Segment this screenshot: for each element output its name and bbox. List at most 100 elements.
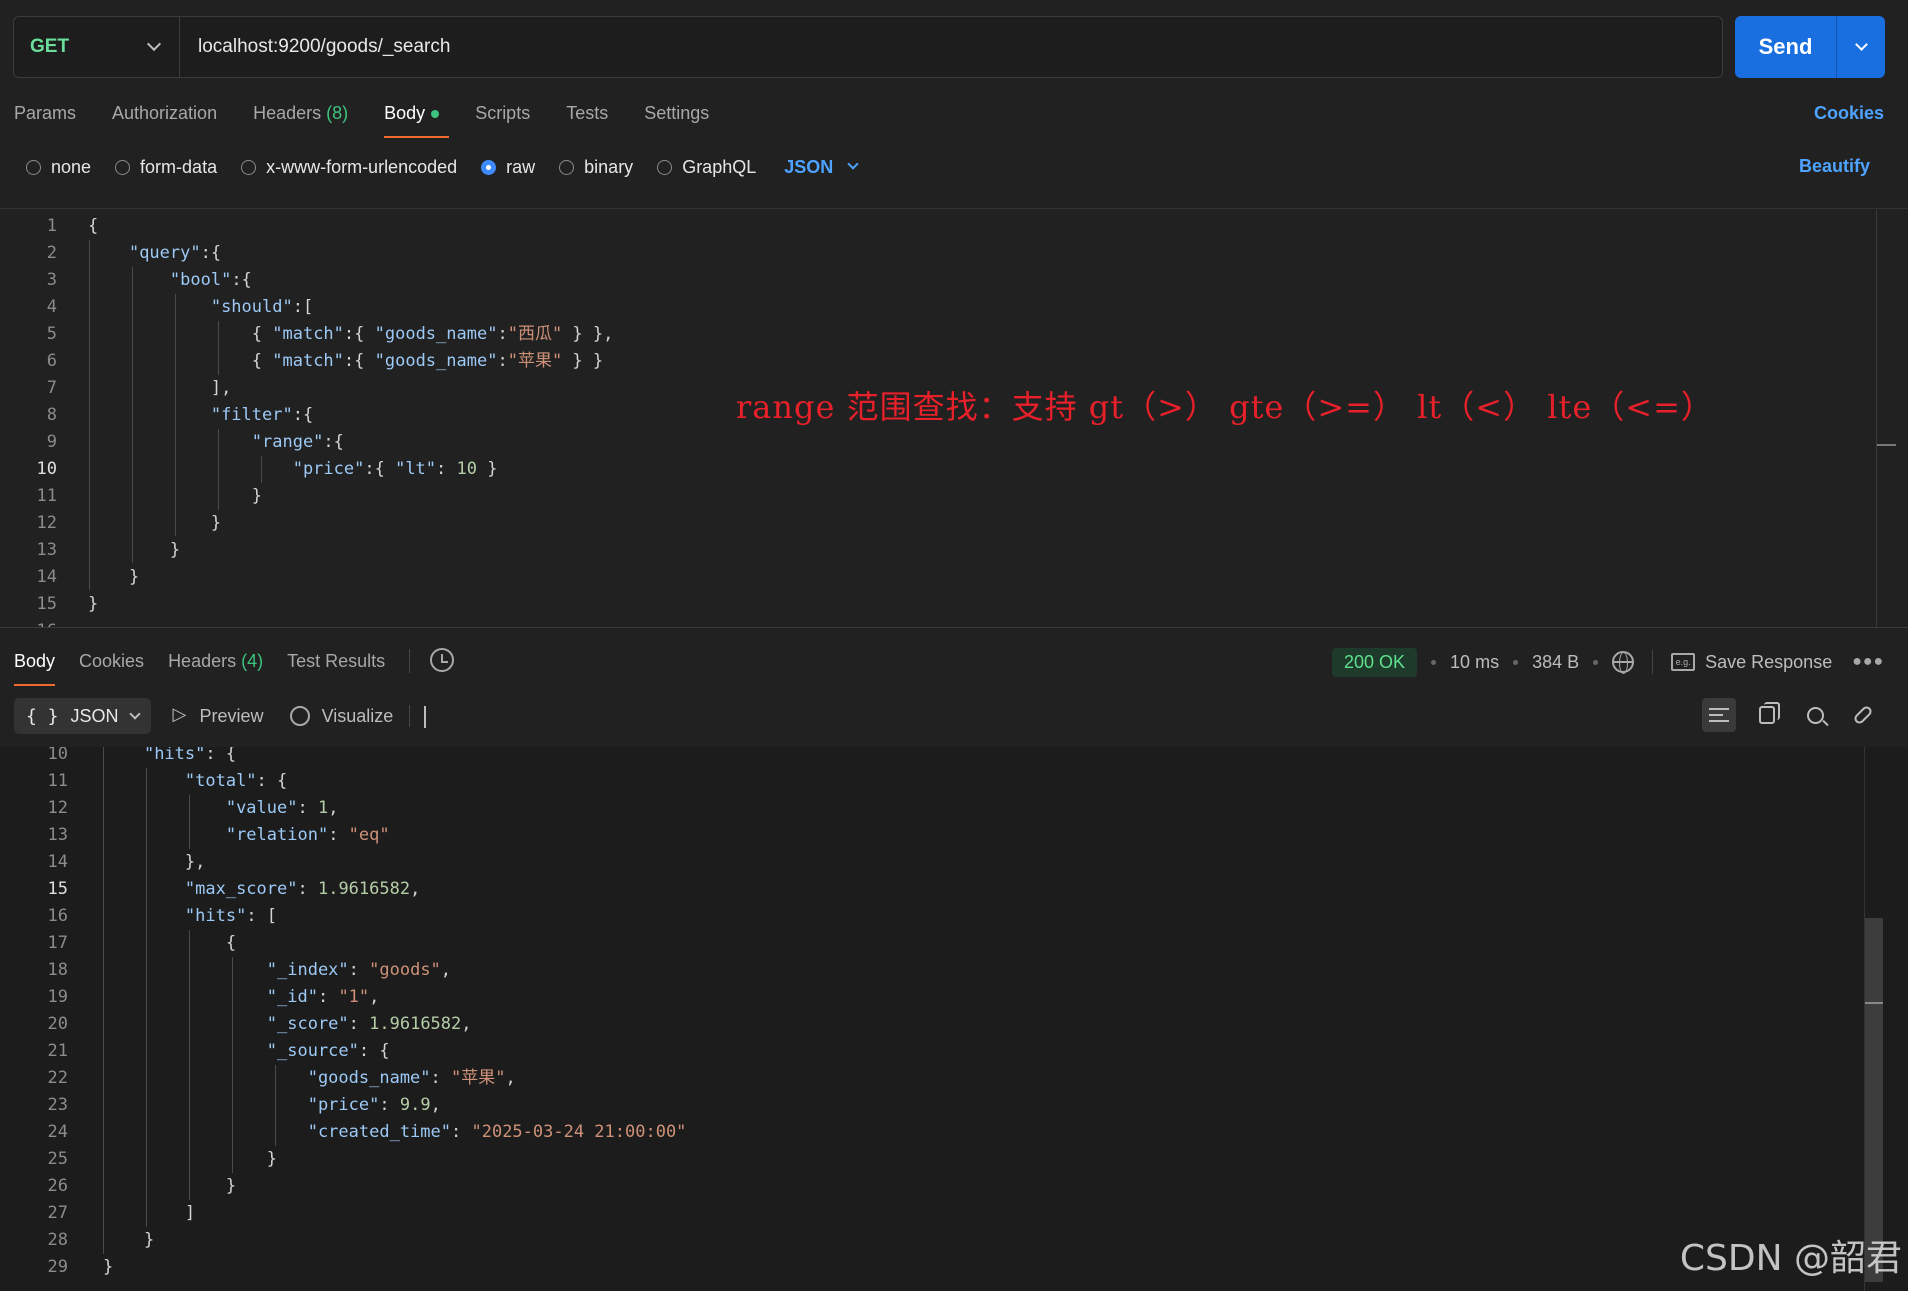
status-badge[interactable]: 200 OK bbox=[1332, 647, 1418, 677]
url-input[interactable]: localhost:9200/goods/_search bbox=[180, 36, 450, 58]
code-text: } bbox=[103, 1257, 114, 1277]
code-line: 23 "price": 9.9, bbox=[0, 1092, 1860, 1119]
response-body-viewer[interactable]: 10 "hits": { 11 "total": { 12 "value": 1… bbox=[0, 747, 1908, 1291]
tab-headers[interactable]: Headers (8) bbox=[253, 100, 348, 140]
code-line: 15 "max_score": 1.9616582, bbox=[0, 876, 1860, 903]
line-number: 5 bbox=[46, 324, 57, 344]
tab-label: Settings bbox=[644, 103, 710, 123]
code-text: "value": 1, bbox=[225, 798, 339, 818]
line-number: 16 bbox=[47, 906, 68, 926]
line-number: 20 bbox=[47, 1014, 68, 1034]
tab-label: Body bbox=[384, 103, 426, 123]
editor-scrollbar-track[interactable] bbox=[1876, 210, 1877, 627]
line-number: 12 bbox=[47, 798, 68, 818]
body-type-selector: none form-data x-www-form-urlencoded raw… bbox=[26, 152, 859, 182]
code-text: "goods_name": "苹果", bbox=[307, 1068, 516, 1088]
visualize-icon bbox=[289, 706, 310, 726]
preview-button[interactable]: Preview bbox=[173, 704, 264, 727]
radio-raw[interactable]: raw bbox=[481, 157, 535, 178]
line-number: 12 bbox=[36, 513, 57, 533]
indent-guide bbox=[218, 429, 219, 510]
radio-urlencoded[interactable]: x-www-form-urlencoded bbox=[241, 157, 457, 178]
tab-params[interactable]: Params bbox=[14, 100, 76, 140]
code-line: 15} bbox=[0, 591, 1860, 618]
response-time[interactable]: 10 ms bbox=[1450, 652, 1499, 673]
radio-form-data[interactable]: form-data bbox=[115, 157, 217, 178]
copy-button[interactable] bbox=[1750, 698, 1784, 732]
line-number-current: 10 bbox=[36, 459, 57, 479]
tab-label: Headers bbox=[168, 651, 237, 671]
code-line: 1{ bbox=[0, 213, 1860, 240]
line-number: 13 bbox=[36, 540, 57, 560]
more-options-icon[interactable]: ●●● bbox=[1852, 653, 1884, 671]
wrap-lines-button[interactable] bbox=[1702, 698, 1736, 732]
response-size[interactable]: 384 B bbox=[1532, 652, 1579, 673]
chevron-down-icon bbox=[847, 158, 859, 170]
tab-response-headers[interactable]: Headers (4) bbox=[168, 648, 263, 688]
line-number: 10 bbox=[47, 747, 68, 764]
chevron-down-icon bbox=[424, 705, 427, 728]
radio-none[interactable]: none bbox=[26, 157, 91, 178]
preview-label: Preview bbox=[199, 705, 264, 726]
language-select[interactable]: JSON bbox=[784, 157, 859, 178]
scroll-marker bbox=[1876, 444, 1896, 446]
tab-label: Params bbox=[14, 103, 77, 123]
tab-scripts[interactable]: Scripts bbox=[475, 100, 530, 140]
save-response-icon: e.g. bbox=[1671, 653, 1696, 671]
link-button[interactable] bbox=[1846, 698, 1880, 732]
code-line: 6 { "match":{ "goods_name":"苹果" } } bbox=[0, 348, 1860, 375]
code-text: { bbox=[88, 216, 99, 236]
tab-response-cookies[interactable]: Cookies bbox=[79, 648, 144, 688]
line-number: 9 bbox=[46, 432, 57, 452]
search-button[interactable] bbox=[1798, 698, 1832, 732]
send-options-button[interactable] bbox=[1837, 16, 1885, 78]
radio-binary[interactable]: binary bbox=[559, 157, 633, 178]
code-line: 10 "price":{ "lt": 10 } bbox=[0, 456, 1860, 483]
method-select[interactable]: GET bbox=[14, 17, 180, 77]
link-icon bbox=[1852, 704, 1874, 726]
viewer-scrollbar-thumb[interactable] bbox=[1865, 918, 1883, 1282]
response-tabs: Body Cookies Headers (4) Test Results bbox=[14, 648, 455, 688]
code-text: { "match":{ "goods_name":"西瓜" } }, bbox=[251, 324, 614, 344]
code-line: 21 "_source": { bbox=[0, 1038, 1860, 1065]
tab-test-results[interactable]: Test Results bbox=[287, 648, 385, 688]
code-text: } bbox=[169, 540, 181, 560]
line-number: 28 bbox=[47, 1230, 68, 1250]
save-response-button[interactable]: Save Response bbox=[1705, 652, 1832, 673]
code-line: 14 } bbox=[0, 564, 1860, 591]
cookies-link[interactable]: Cookies bbox=[1814, 100, 1884, 126]
radio-circle bbox=[657, 159, 673, 175]
code-text: "max_score": 1.9616582, bbox=[184, 879, 421, 899]
code-text: ], bbox=[210, 378, 232, 398]
history-icon[interactable] bbox=[430, 648, 455, 672]
visualize-options-button[interactable] bbox=[424, 705, 427, 728]
tab-response-body[interactable]: Body bbox=[14, 648, 56, 688]
visualize-button[interactable]: Visualize bbox=[289, 706, 393, 727]
line-number: 11 bbox=[36, 486, 57, 506]
indent-guide bbox=[146, 768, 147, 1227]
divider bbox=[1652, 650, 1654, 674]
globe-icon[interactable] bbox=[1612, 651, 1635, 674]
beautify-button[interactable]: Beautify bbox=[1799, 156, 1870, 177]
line-number: 21 bbox=[47, 1041, 68, 1061]
code-text: "filter":{ bbox=[210, 405, 314, 425]
radio-circle bbox=[115, 159, 131, 175]
line-number: 7 bbox=[46, 378, 57, 398]
line-number: 29 bbox=[47, 1257, 68, 1277]
code-line: 11 } bbox=[0, 483, 1860, 510]
code-text: "price":{ "lt": 10 } bbox=[292, 459, 498, 479]
modified-dot bbox=[431, 110, 440, 119]
panel-divider[interactable] bbox=[0, 627, 1908, 628]
tab-tests[interactable]: Tests bbox=[566, 100, 608, 140]
format-select[interactable]: { } JSON bbox=[14, 698, 151, 734]
code-text: } bbox=[210, 513, 222, 533]
radio-graphql[interactable]: GraphQL bbox=[657, 157, 756, 178]
bullet bbox=[1513, 659, 1519, 665]
code-line: 2 "query":{ bbox=[0, 240, 1860, 267]
code-text: "range":{ bbox=[251, 432, 344, 452]
code-line: 11 "total": { bbox=[0, 768, 1860, 795]
tab-authorization[interactable]: Authorization bbox=[112, 100, 217, 140]
send-button[interactable]: Send bbox=[1735, 16, 1837, 78]
tab-settings[interactable]: Settings bbox=[644, 100, 709, 140]
tab-body[interactable]: Body bbox=[384, 100, 450, 140]
